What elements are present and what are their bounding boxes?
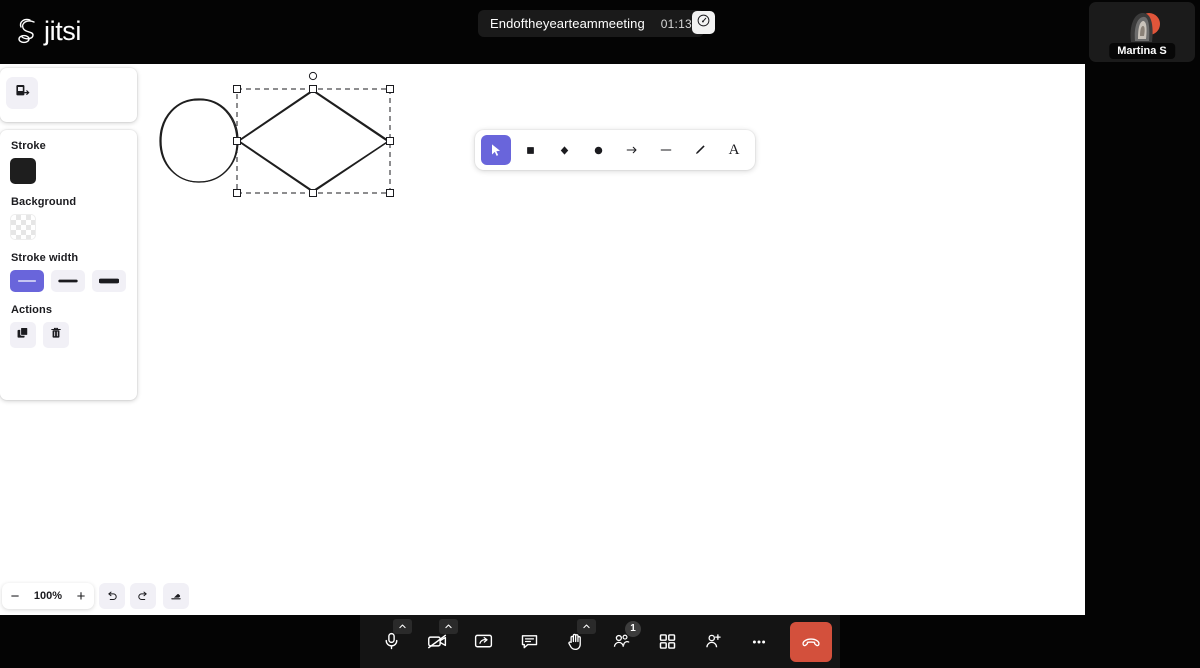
stroke-label: Stroke xyxy=(11,140,127,152)
tool-line[interactable] xyxy=(651,135,681,165)
selection-handles xyxy=(234,86,394,197)
meeting-toolbar: 1 xyxy=(360,615,840,668)
duplicate-icon xyxy=(16,326,30,345)
tool-arrow[interactable] xyxy=(617,135,647,165)
stroke-color-swatch[interactable] xyxy=(10,158,36,184)
meeting-timer: 01:13 xyxy=(661,17,692,31)
tool-diamond[interactable] xyxy=(549,135,579,165)
more-options-button[interactable] xyxy=(736,618,782,666)
hangup-icon xyxy=(800,632,822,652)
redo-icon xyxy=(136,589,150,603)
diamond-icon xyxy=(557,143,572,158)
whiteboard-canvas[interactable]: Stroke Background Stroke width Actions xyxy=(0,64,1085,615)
cursor-icon xyxy=(488,142,504,158)
avatar xyxy=(1123,8,1161,46)
meeting-title: Endoftheyearteammeeting xyxy=(490,16,645,31)
shape-ellipse xyxy=(160,99,238,182)
microphone-button[interactable] xyxy=(368,618,414,666)
zoom-controls: − 100% + xyxy=(2,583,94,609)
raise-hand-options-chevron[interactable] xyxy=(577,619,596,634)
eraser-icon xyxy=(169,589,183,603)
export-image-button[interactable] xyxy=(6,77,38,109)
tile-view-icon xyxy=(657,631,678,652)
jitsi-mark-icon xyxy=(14,16,42,46)
performance-settings-button[interactable] xyxy=(692,11,715,34)
line-extra-bold-icon xyxy=(99,276,119,286)
line-icon xyxy=(658,142,674,158)
hangup-button[interactable] xyxy=(790,622,832,662)
stroke-width-extra-bold-button[interactable] xyxy=(92,270,126,292)
export-image-icon xyxy=(14,83,30,104)
chat-button[interactable] xyxy=(506,618,552,666)
circle-icon xyxy=(591,143,606,158)
invite-people-button[interactable] xyxy=(690,618,736,666)
stroke-width-bold-button[interactable] xyxy=(51,270,85,292)
top-bar: jitsi Endoftheyearteammeeting 01:13 Mart… xyxy=(0,0,1200,64)
screen-share-button[interactable] xyxy=(460,618,506,666)
whiteboard-tools-toolbar: A xyxy=(475,130,755,170)
delete-button[interactable] xyxy=(43,322,69,348)
reset-canvas-button[interactable] xyxy=(163,583,189,609)
tool-text[interactable]: A xyxy=(719,135,749,165)
ellipsis-icon xyxy=(749,632,769,652)
stroke-width-thin-button[interactable] xyxy=(10,270,44,292)
arrow-icon xyxy=(624,142,640,158)
tool-selection[interactable] xyxy=(481,135,511,165)
tool-ellipse[interactable] xyxy=(583,135,613,165)
raise-hand-button[interactable] xyxy=(552,618,598,666)
chevron-up-icon xyxy=(398,622,407,631)
stroke-width-label: Stroke width xyxy=(11,252,127,264)
chat-icon xyxy=(519,631,540,652)
screen-share-icon xyxy=(473,631,494,652)
participants-count-badge: 1 xyxy=(625,621,641,637)
undo-button[interactable] xyxy=(99,583,125,609)
whiteboard-menu-panel xyxy=(0,68,137,122)
zoom-out-button[interactable]: − xyxy=(2,583,28,609)
text-icon: A xyxy=(729,142,740,159)
shape-diamond xyxy=(238,90,389,192)
jitsi-logo: jitsi xyxy=(14,16,81,46)
actions-label: Actions xyxy=(11,304,127,316)
camera-button[interactable] xyxy=(414,618,460,666)
trash-icon xyxy=(49,326,63,345)
line-bold-icon xyxy=(58,276,78,286)
chevron-up-icon xyxy=(444,622,453,631)
speedometer-icon xyxy=(696,13,711,33)
raised-hand-icon xyxy=(565,631,586,652)
add-person-icon xyxy=(703,631,724,652)
tool-draw[interactable] xyxy=(685,135,715,165)
tile-view-button[interactable] xyxy=(644,618,690,666)
square-icon xyxy=(523,143,538,158)
camera-off-icon xyxy=(426,631,449,652)
participant-tile[interactable]: Martina S xyxy=(1089,2,1195,62)
jitsi-wordmark: jitsi xyxy=(44,16,81,46)
element-properties-panel: Stroke Background Stroke width Actions xyxy=(0,130,137,400)
pencil-icon xyxy=(692,142,708,158)
camera-options-chevron[interactable] xyxy=(439,619,458,634)
selection-box xyxy=(237,89,390,193)
chevron-up-icon xyxy=(582,622,591,631)
tool-rectangle[interactable] xyxy=(515,135,545,165)
undo-icon xyxy=(105,589,119,603)
line-thin-icon xyxy=(17,276,37,286)
background-label: Background xyxy=(11,196,127,208)
zoom-in-button[interactable]: + xyxy=(68,583,94,609)
participant-name: Martina S xyxy=(1109,43,1175,59)
duplicate-button[interactable] xyxy=(10,322,36,348)
rotation-handle xyxy=(309,72,316,79)
zoom-level[interactable]: 100% xyxy=(28,590,68,602)
meeting-info-pill: Endoftheyearteammeeting 01:13 xyxy=(478,10,704,37)
participants-button[interactable]: 1 xyxy=(598,618,644,666)
background-color-swatch[interactable] xyxy=(10,214,36,240)
microphone-icon xyxy=(381,631,402,652)
redo-button[interactable] xyxy=(130,583,156,609)
microphone-options-chevron[interactable] xyxy=(393,619,412,634)
